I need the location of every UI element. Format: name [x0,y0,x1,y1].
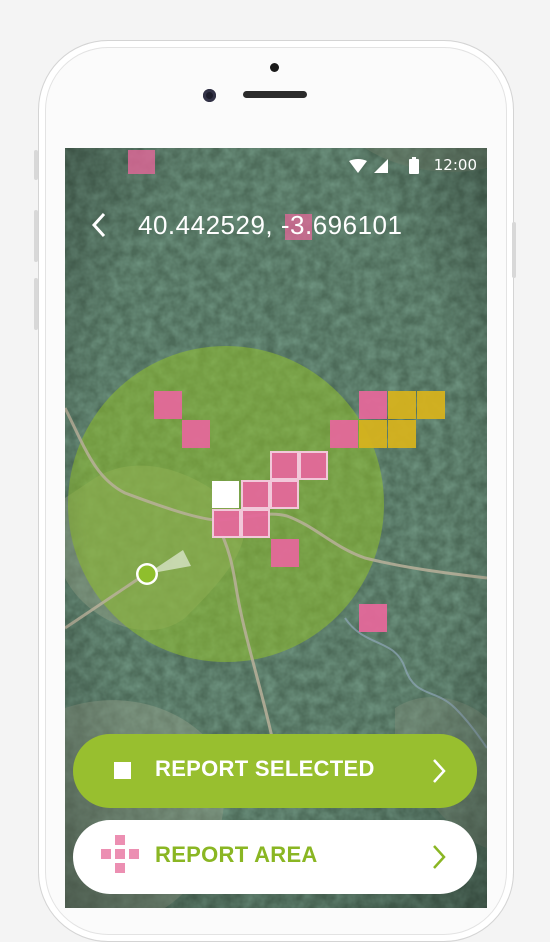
grid-cell[interactable] [388,391,416,419]
wifi-icon [349,159,367,173]
grid-cell[interactable] [270,480,299,509]
grid-cell[interactable] [241,480,270,509]
report-selected-label: REPORT SELECTED [155,756,375,781]
grid-cell[interactable] [241,509,270,538]
header-bar: 40.442529, -3.696101 [65,200,487,250]
grid-cell[interactable] [417,391,445,419]
report-selected-button[interactable]: REPORT SELECTED [73,734,477,808]
grid-cell[interactable] [182,420,210,448]
coordinates-title: 40.442529, -3.696101 [138,210,403,240]
grid-cell[interactable] [359,604,387,632]
grid-cell[interactable] [154,391,182,419]
grid-cell[interactable] [299,451,328,480]
battery-icon [409,157,419,174]
volume-down-button [34,278,38,330]
status-time: 12:00 [433,156,477,174]
grid-cell[interactable] [359,391,387,419]
earpiece-speaker [243,91,307,98]
grid-cell[interactable] [359,420,387,448]
grid-area-icon [101,835,139,873]
mute-switch [34,150,38,180]
front-camera [203,89,216,102]
location-marker-icon [136,563,158,585]
square-icon [114,762,131,779]
grid-cell[interactable] [330,420,358,448]
status-bar: 12:00 [65,148,487,182]
report-area-button[interactable]: REPORT AREA [73,820,477,894]
grid-cell[interactable] [212,509,241,538]
power-button [512,222,516,278]
app-screen: 12:00 40.442529, -3.696101 REPORT SELECT… [65,148,487,908]
grid-cell-selected[interactable] [212,481,239,508]
signal-icon [374,159,388,173]
chevron-right-icon [433,759,446,783]
report-area-label: REPORT AREA [155,842,318,867]
chevron-left-icon[interactable] [85,210,115,240]
grid-cell[interactable] [271,539,299,567]
proximity-sensor [270,63,279,72]
volume-up-button [34,210,38,262]
grid-cell[interactable] [270,451,299,480]
grid-cell[interactable] [388,420,416,448]
chevron-right-icon [433,845,446,869]
